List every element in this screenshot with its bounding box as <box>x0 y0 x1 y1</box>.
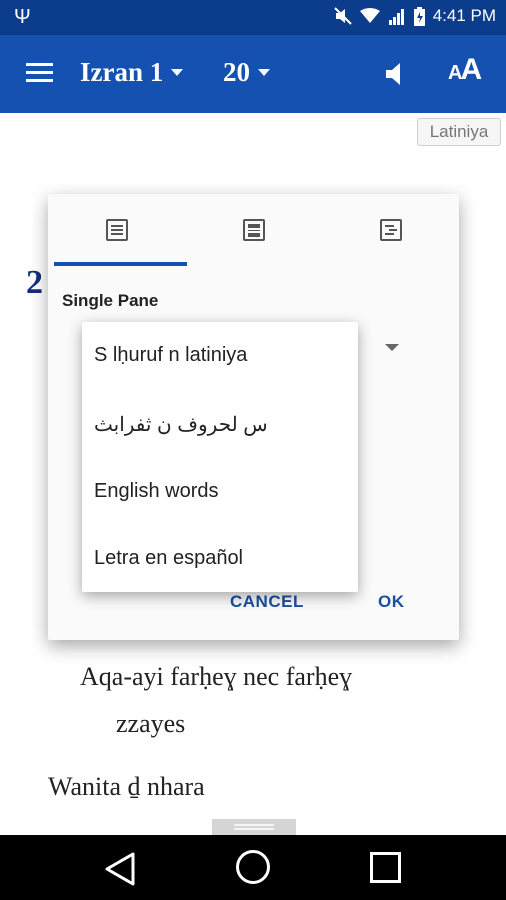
back-icon[interactable] <box>104 852 136 886</box>
tab-indicator <box>54 262 187 266</box>
verse-line: Aqa-ayi farḥeɣ nec farḥeɣ <box>80 662 353 691</box>
chevron-down-icon <box>258 69 270 76</box>
verse-number: 2 <box>26 264 43 301</box>
home-icon[interactable] <box>236 850 270 884</box>
drag-handle[interactable] <box>212 819 296 835</box>
mute-icon <box>333 7 352 25</box>
verse-line: Wanita ḏ nhara <box>48 772 205 801</box>
layout-tabs <box>48 194 459 266</box>
chapter-selector[interactable]: 20 <box>223 57 270 88</box>
single-pane-icon <box>105 219 128 241</box>
app-bar: Izran 1 20 AA <box>0 35 506 113</box>
dropdown-item[interactable]: S lḥuruf n latiniya <box>94 344 247 367</box>
wifi-icon <box>359 8 380 23</box>
speaker-icon[interactable] <box>384 61 406 87</box>
two-pane-tab[interactable] <box>185 194 322 266</box>
chevron-down-icon <box>171 69 184 76</box>
chevron-down-icon[interactable] <box>385 344 399 351</box>
section-label: Single Pane <box>62 291 159 310</box>
status-time: 4:41 PM <box>432 6 496 25</box>
status-icons: 4:41 PM <box>333 6 496 26</box>
dropdown-item[interactable]: س لحروف ن ثفرابث <box>94 412 268 437</box>
ok-button[interactable]: OK <box>378 592 405 612</box>
navigation-bar <box>0 835 506 900</box>
text-size-icon[interactable]: AA <box>448 53 482 87</box>
cancel-button[interactable]: CANCEL <box>230 592 304 612</box>
signal-icon <box>388 8 404 25</box>
book-selector[interactable]: Izran 1 <box>80 57 184 88</box>
usb-icon: Ψ <box>14 6 31 28</box>
script-dropdown: S lḥuruf n latiniya س لحروف ن ثفرابث Eng… <box>82 322 358 592</box>
verse-by-verse-icon <box>379 219 402 241</box>
script-selector-chip[interactable]: Latiniya <box>417 118 501 146</box>
two-pane-icon <box>242 219 265 241</box>
book-title: Izran 1 <box>80 57 164 87</box>
battery-icon <box>413 6 425 26</box>
status-bar: Ψ 4:41 PM <box>0 0 506 35</box>
verse-by-verse-tab[interactable] <box>322 194 459 266</box>
single-pane-tab[interactable] <box>48 194 185 266</box>
chapter-number: 20 <box>223 57 250 87</box>
menu-icon[interactable] <box>26 63 53 83</box>
recents-icon[interactable] <box>370 852 401 883</box>
dropdown-item[interactable]: English words <box>94 480 219 503</box>
verse-line: zzayes <box>116 709 186 738</box>
dropdown-item[interactable]: Letra en español <box>94 547 243 570</box>
